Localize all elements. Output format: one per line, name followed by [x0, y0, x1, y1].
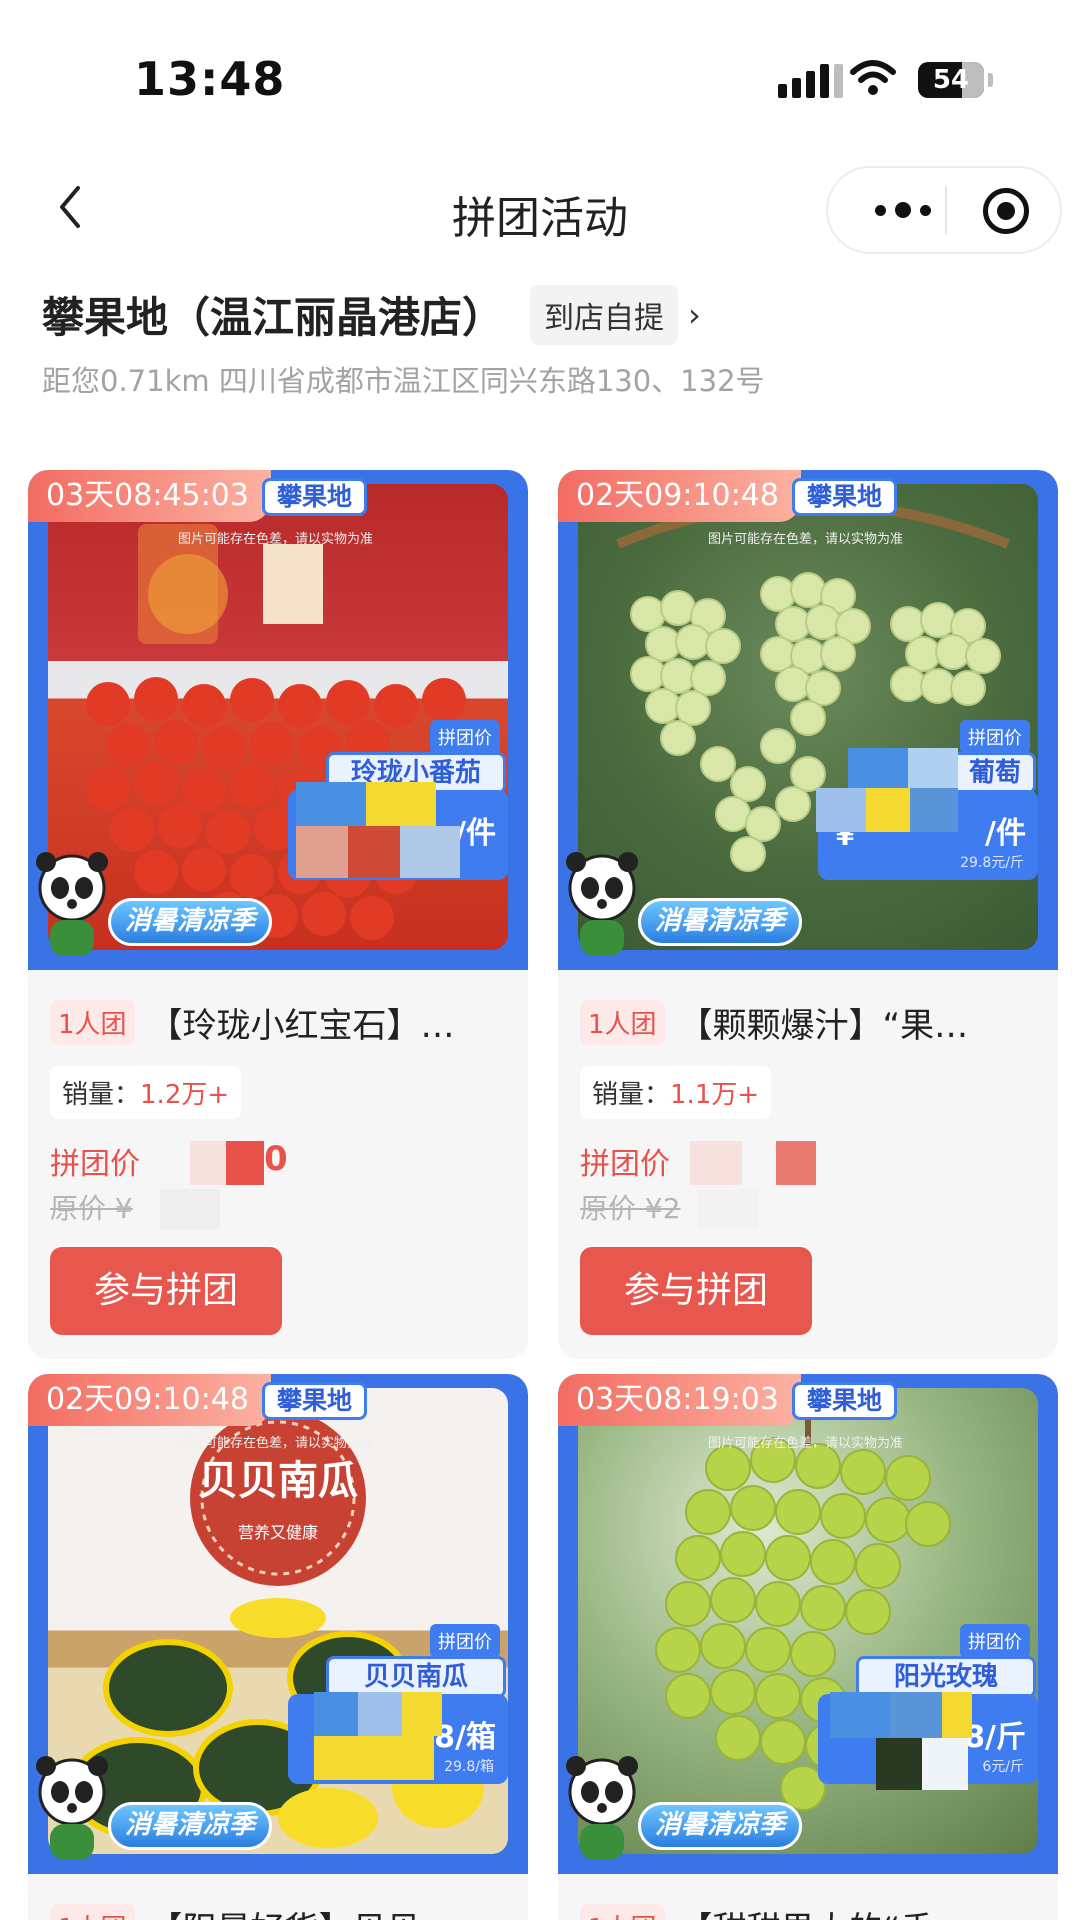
group-price-tag: 拼团价 [960, 1624, 1030, 1658]
sales-count: 销量：1.2万+ [50, 1066, 242, 1119]
sales-value: 1.1万+ [670, 1080, 760, 1110]
panda-mascot-icon [36, 1756, 108, 1860]
panda-mascot-icon [566, 852, 638, 956]
photo-disclaimer: 图片可能存在色差，请以实物为准 [708, 1436, 904, 1451]
price-unit: 8/箱 [434, 1720, 496, 1755]
nav-bar: 拼团活动 [0, 160, 1080, 260]
panda-mascot-icon [36, 852, 108, 956]
group-price: 拼团价 [580, 1139, 1036, 1187]
pickup-badge[interactable]: 到店自提 [530, 284, 679, 345]
countdown-timer: 03天08:19:03 [558, 1374, 801, 1426]
chevron-right-icon[interactable]: › [688, 296, 701, 334]
product-image[interactable]: 03天08:19:03 攀果地 图片可能存在色差，请以实物为准 拼团价 阳光玫瑰… [558, 1374, 1058, 1874]
original-price: 原价 ¥2 [580, 1187, 1036, 1231]
photo-disclaimer: 图片可能存在色差，请以实物为准 [708, 532, 904, 547]
brand-tag: 攀果地 [792, 478, 898, 516]
promo-badge: 消暑清凉季 [108, 1802, 273, 1850]
promo-badge: 消暑清凉季 [108, 898, 273, 946]
battery-level: 54 [932, 65, 970, 95]
photo-disclaimer: 图片可能存在色差，请以实物为准 [178, 1436, 374, 1451]
store-name[interactable]: 攀果地（温江丽晶港店） [42, 284, 504, 345]
product-card[interactable]: 03天08:45:03 攀果地 图片可能存在色差，请以实物为准 拼团价 玲珑小番… [28, 470, 528, 1359]
join-group-button[interactable]: 参与拼团 [50, 1247, 282, 1335]
group-price: 拼团价 0 [50, 1139, 506, 1187]
panda-mascot-icon [566, 1756, 638, 1860]
shine-muscat-illustration [655, 1388, 951, 1811]
status-time: 13:48 [134, 52, 286, 106]
status-bar: 13:48 54 [0, 0, 1080, 160]
product-image[interactable]: 贝贝南瓜 营养又健康 02天09:10:48 攀果地 图片可能存在色差，请以实物… [28, 1374, 528, 1874]
tomato-box-illustration [86, 524, 466, 940]
product-title[interactable]: 【颗颗爆汁】“果… [679, 998, 969, 1047]
miniprogram-capsule [826, 166, 1062, 254]
original-price: 原价 ¥ [50, 1187, 506, 1231]
group-price-tag: 拼团价 [430, 1624, 500, 1658]
store-header: 攀果地（温江丽晶港店） 到店自提 › 距您0.71km 四川省成都市温江区同兴东… [42, 284, 1042, 403]
countdown-timer: 03天08:45:03 [28, 470, 271, 522]
cellular-signal-icon [778, 64, 843, 98]
product-image[interactable]: 02天09:10:48 攀果地 图片可能存在色差，请以实物为准 拼团价 葡萄 ¥… [558, 470, 1058, 970]
reference-price: 29.8元/斤 [960, 855, 1024, 871]
pumpkin-box-illustration: 贝贝南瓜 营养又健康 [69, 1410, 484, 1848]
reference-price: 6元/斤 [982, 1759, 1024, 1775]
brand-tag: 攀果地 [262, 1382, 368, 1420]
close-miniprogram-icon[interactable] [983, 188, 1029, 234]
product-card[interactable]: 02天09:10:48 攀果地 图片可能存在色差，请以实物为准 拼团价 葡萄 ¥… [558, 470, 1058, 1359]
brand-tag: 攀果地 [262, 478, 368, 516]
promo-badge: 消暑清凉季 [638, 898, 803, 946]
wifi-icon [850, 60, 896, 95]
group-size-badge: 1人团 [50, 1903, 135, 1920]
pumpkin-label-sub: 营养又健康 [238, 1523, 318, 1542]
join-group-button[interactable]: 参与拼团 [580, 1247, 812, 1335]
more-options-icon[interactable] [858, 168, 948, 252]
group-price-tag: 拼团价 [430, 720, 500, 754]
photo-disclaimer: 图片可能存在色差，请以实物为准 [178, 532, 374, 547]
brand-tag: 攀果地 [792, 1382, 898, 1420]
product-grid: 03天08:45:03 攀果地 图片可能存在色差，请以实物为准 拼团价 玲珑小番… [28, 470, 1058, 1920]
group-size-badge: 1人团 [580, 999, 665, 1045]
product-card[interactable]: 03天08:19:03 攀果地 图片可能存在色差，请以实物为准 拼团价 阳光玫瑰… [558, 1374, 1058, 1920]
group-price-tag: 拼团价 [960, 720, 1030, 754]
product-title[interactable]: 【甜甜果大的“香… [679, 1902, 969, 1920]
countdown-timer: 02天09:10:48 [28, 1374, 271, 1426]
countdown-timer: 02天09:10:48 [558, 470, 801, 522]
battery-icon: 54 [918, 62, 984, 98]
group-size-badge: 1人团 [580, 1903, 665, 1920]
price-unit: /件 [455, 816, 496, 851]
sales-count: 销量：1.1万+ [580, 1066, 772, 1119]
price-unit: 8/斤 [964, 1720, 1026, 1755]
product-card[interactable]: 贝贝南瓜 营养又健康 02天09:10:48 攀果地 图片可能存在色差，请以实物… [28, 1374, 528, 1920]
sales-value: 1.2万+ [140, 1080, 230, 1110]
store-address: 距您0.71km 四川省成都市温江区同兴东路130、132号 [42, 364, 765, 398]
product-image[interactable]: 03天08:45:03 攀果地 图片可能存在色差，请以实物为准 拼团价 玲珑小番… [28, 470, 528, 970]
pumpkin-label-title: 贝贝南瓜 [198, 1458, 358, 1504]
price-unit: /件 [985, 816, 1026, 851]
group-size-badge: 1人团 [50, 999, 135, 1045]
product-title[interactable]: 【玲珑小红宝石】… [149, 998, 455, 1047]
reference-price: 29.8/箱 [444, 1759, 494, 1775]
promo-badge: 消暑清凉季 [638, 1802, 803, 1850]
product-title[interactable]: 【阳晨好货】贝贝… [149, 1902, 455, 1920]
grapes-basket-illustration [616, 499, 1010, 872]
